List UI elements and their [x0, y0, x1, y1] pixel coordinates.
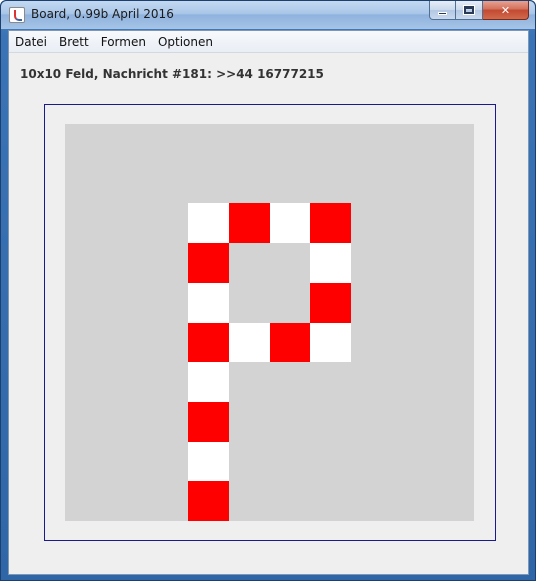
- board-cell-r5-c6[interactable]: [310, 323, 351, 362]
- minimize-button[interactable]: [429, 1, 456, 20]
- status-message: 10x10 Feld, Nachricht #181: >>44 1677721…: [20, 67, 324, 81]
- board-frame: [44, 104, 496, 541]
- game-board[interactable]: [65, 124, 474, 521]
- board-cell-r6-c3[interactable]: [188, 362, 229, 402]
- board-cell-r4-c3[interactable]: [188, 283, 229, 323]
- java-app-icon[interactable]: [9, 7, 25, 23]
- maximize-icon: [463, 5, 475, 15]
- board-cell-r2-c3[interactable]: [188, 203, 229, 243]
- board-cell-r5-c3[interactable]: [188, 323, 229, 362]
- menu-formen[interactable]: Formen: [95, 31, 152, 53]
- menu-bar: Datei Brett Formen Optionen: [9, 31, 528, 53]
- board-cell-r2-c4[interactable]: [229, 203, 270, 243]
- application-window: Board, 0.99b April 2016 ✕ Datei Brett Fo…: [0, 0, 536, 581]
- window-controls: ✕: [429, 1, 529, 21]
- board-cell-r3-c3[interactable]: [188, 243, 229, 283]
- board-cell-r4-c6[interactable]: [310, 283, 351, 323]
- board-cell-r7-c3[interactable]: [188, 402, 229, 442]
- board-cell-r5-c5[interactable]: [270, 323, 310, 362]
- close-icon: ✕: [500, 3, 511, 17]
- window-title: Board, 0.99b April 2016: [31, 7, 174, 21]
- title-bar[interactable]: Board, 0.99b April 2016 ✕: [1, 1, 535, 29]
- menu-optionen[interactable]: Optionen: [152, 31, 219, 53]
- menu-datei[interactable]: Datei: [9, 31, 53, 53]
- board-cell-r2-c6[interactable]: [310, 203, 351, 243]
- menu-brett[interactable]: Brett: [53, 31, 95, 53]
- close-button[interactable]: ✕: [483, 1, 529, 20]
- minimize-icon: [438, 11, 447, 15]
- board-cell-r9-c3[interactable]: [188, 481, 229, 521]
- board-cell-r2-c5[interactable]: [270, 203, 310, 243]
- board-cell-r8-c3[interactable]: [188, 442, 229, 481]
- client-area: Datei Brett Formen Optionen 10x10 Feld, …: [8, 30, 529, 575]
- maximize-button[interactable]: [456, 1, 483, 20]
- board-cell-r5-c4[interactable]: [229, 323, 270, 362]
- board-cell-r3-c6[interactable]: [310, 243, 351, 283]
